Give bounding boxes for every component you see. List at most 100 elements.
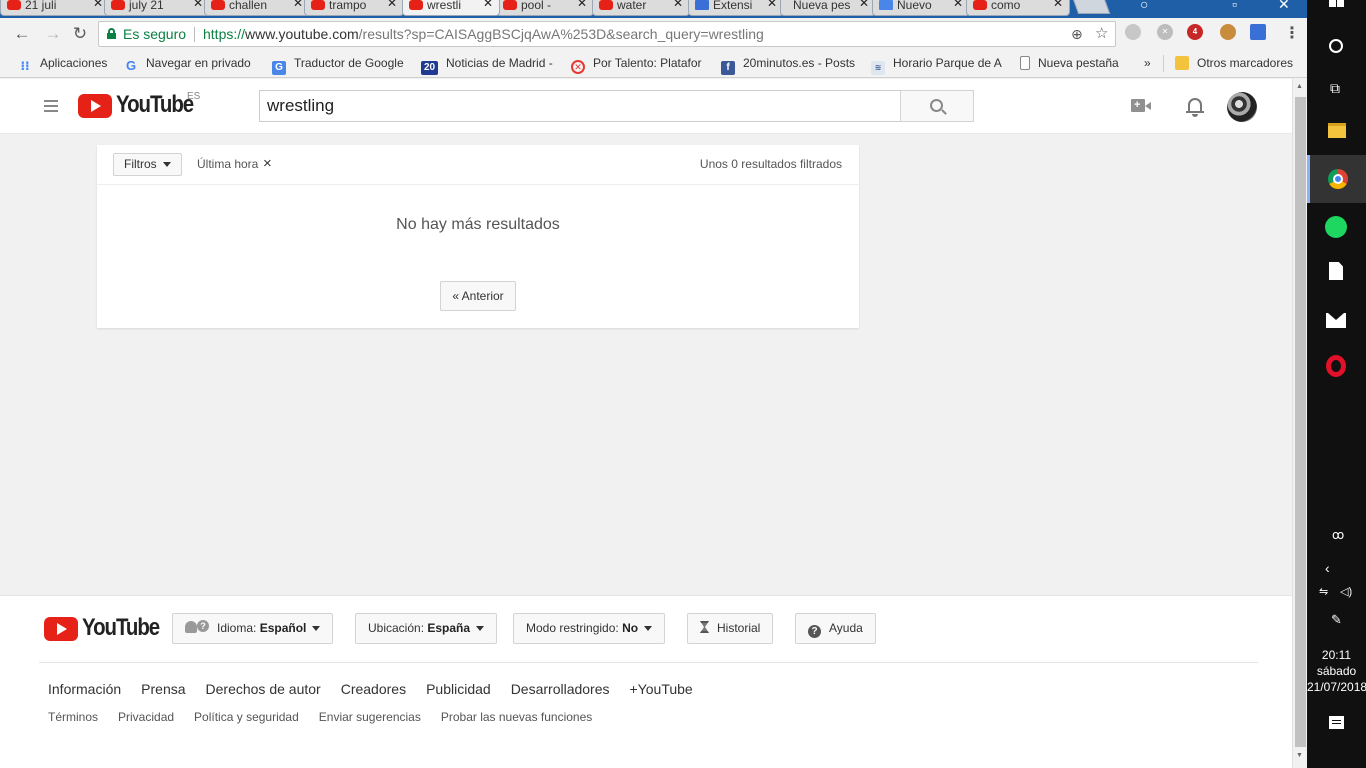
close-icon[interactable]: ✕ <box>483 0 493 10</box>
bookmark-star-icon[interactable]: ☆ <box>1095 22 1108 46</box>
bookmark-nueva-pestana[interactable]: Nueva pestaña <box>1020 56 1119 70</box>
tab-7[interactable]: water ✕ <box>592 0 690 16</box>
chevron-left-icon[interactable]: ‹ <box>1325 560 1330 576</box>
tab-3[interactable]: challen ✕ <box>204 0 310 16</box>
zoom-icon[interactable]: ⊕ <box>1071 22 1083 46</box>
help-button[interactable]: ? Ayuda <box>795 613 876 644</box>
search-input[interactable] <box>259 90 901 122</box>
pen-icon[interactable]: ✎ <box>1331 612 1342 628</box>
hamburger-menu-icon[interactable] <box>44 100 58 112</box>
doc-icon <box>879 0 893 10</box>
url-text[interactable]: https://www.youtube.com/results?sp=CAISA… <box>203 22 764 46</box>
adblock-icon[interactable]: 4 <box>1187 24 1203 40</box>
footer-link-desarrolladores[interactable]: Desarrolladores <box>511 681 610 697</box>
close-icon[interactable]: ✕ <box>387 0 397 10</box>
bookmark-private[interactable]: G Navegar en privado <box>124 56 251 73</box>
tab-11[interactable]: como ✕ <box>966 0 1070 16</box>
footer-link-privacidad[interactable]: Privacidad <box>118 710 174 724</box>
file-explorer-icon[interactable] <box>1328 123 1346 138</box>
spotify-icon[interactable] <box>1325 216 1347 238</box>
page-scrollbar[interactable]: ▲ ▼ <box>1292 79 1307 768</box>
tab-9[interactable]: Nueva pes ✕ <box>780 0 876 16</box>
close-icon[interactable]: ✕ <box>1053 0 1063 10</box>
language-button[interactable]: Idioma: Español <box>172 613 334 644</box>
reload-button[interactable]: ↻ <box>69 23 91 45</box>
close-icon[interactable]: ✕ <box>953 0 963 10</box>
close-icon[interactable]: ✕ <box>293 0 303 10</box>
address-bar[interactable]: Es seguro https://www.youtube.com/result… <box>98 21 1116 47</box>
footer-link-prensa[interactable]: Prensa <box>141 681 185 697</box>
scroll-down-arrow-icon[interactable]: ▼ <box>1296 752 1303 759</box>
volume-icon[interactable]: ◁) <box>1340 585 1352 598</box>
task-view-icon[interactable]: ⧉ <box>1330 80 1340 97</box>
close-icon[interactable]: ✕ <box>577 0 587 10</box>
restricted-mode-button[interactable]: Modo restringido: No <box>513 613 666 644</box>
bookmark-talento[interactable]: ✕ Por Talento: Platafor <box>571 56 702 74</box>
footer-link-copyright[interactable]: Derechos de autor <box>206 681 321 697</box>
bookmark-apps[interactable]: ⁝⁝ Aplicaciones <box>18 56 107 73</box>
close-icon[interactable]: ✕ <box>93 0 103 10</box>
tab-8[interactable]: Extensi ✕ <box>688 0 784 16</box>
back-button[interactable]: ← <box>11 23 33 45</box>
cortana-search-icon[interactable] <box>1329 39 1343 53</box>
remove-filter-icon[interactable]: × <box>263 155 272 172</box>
network-icon[interactable]: ⇋ <box>1319 585 1328 598</box>
avatar[interactable] <box>1227 92 1257 122</box>
puzzle-extension-icon[interactable] <box>1250 24 1266 40</box>
close-icon[interactable]: ✕ <box>767 0 777 10</box>
system-clock[interactable]: 20:11 sábado 21/07/2018 <box>1307 647 1366 695</box>
tab-5-active[interactable]: wrestli ✕ <box>402 0 500 16</box>
footer-link-sugerencias[interactable]: Enviar sugerencias <box>319 710 421 724</box>
profile-icon[interactable]: ○ <box>1140 0 1148 12</box>
footer-link-nuevas-funciones[interactable]: Probar las nuevas funciones <box>441 710 592 724</box>
notifications-bell-icon[interactable] <box>1186 96 1204 117</box>
search-button[interactable] <box>900 90 974 122</box>
restore-icon[interactable]: ▫ <box>1232 0 1237 12</box>
opera-icon[interactable] <box>1326 355 1346 377</box>
history-button[interactable]: Historial <box>687 613 774 644</box>
tab-4[interactable]: trampo ✕ <box>304 0 404 16</box>
mail-icon[interactable] <box>1326 313 1346 328</box>
scroll-up-arrow-icon[interactable]: ▲ <box>1296 83 1303 90</box>
windows-start-icon[interactable] <box>1329 0 1345 8</box>
location-button[interactable]: Ubicación: España <box>355 613 498 644</box>
footer-link-plus-youtube[interactable]: +YouTube <box>630 681 693 697</box>
bookmark-noticias[interactable]: 20 Noticias de Madrid - <box>421 56 553 75</box>
bookmark-translate[interactable]: G Traductor de Google <box>272 56 404 75</box>
document-icon[interactable] <box>1329 262 1343 280</box>
tab-1[interactable]: 21 juli ✕ <box>0 0 110 16</box>
clock-day: sábado <box>1316 664 1357 678</box>
facebook-icon: f <box>721 61 735 75</box>
bookmarks-overflow[interactable]: » <box>1144 56 1151 70</box>
close-icon[interactable]: ✕ <box>193 0 203 10</box>
extension-globe-icon[interactable] <box>1125 24 1141 40</box>
filters-button[interactable]: Filtros <box>113 153 182 176</box>
tab-2[interactable]: july 21 ✕ <box>104 0 210 16</box>
people-icon[interactable]: ꝏ <box>1332 528 1344 542</box>
footer-link-politica[interactable]: Política y seguridad <box>194 710 299 724</box>
extension-blocked-icon[interactable]: ✕ <box>1157 24 1173 40</box>
bookmark-parque[interactable]: ≋ Horario Parque de A <box>871 56 1002 75</box>
new-tab-button[interactable] <box>1071 0 1111 14</box>
footer-link-terminos[interactable]: Términos <box>48 710 98 724</box>
close-icon[interactable]: ✕ <box>673 0 683 10</box>
scrollbar-thumb[interactable] <box>1295 97 1306 747</box>
cookie-icon[interactable] <box>1220 24 1236 40</box>
footer-link-informacion[interactable]: Información <box>48 681 121 697</box>
close-window-icon[interactable]: ✕ <box>1278 0 1290 13</box>
chrome-menu-icon[interactable]: ⋮ <box>1284 23 1300 43</box>
footer-link-creadores[interactable]: Creadores <box>341 681 406 697</box>
footer-link-publicidad[interactable]: Publicidad <box>426 681 491 697</box>
action-center-icon[interactable] <box>1329 716 1344 729</box>
taskbar-chrome[interactable] <box>1307 155 1366 203</box>
close-icon[interactable]: ✕ <box>859 0 869 10</box>
forward-button[interactable]: → <box>42 23 64 45</box>
bookmark-other[interactable]: Otros marcadores <box>1175 56 1293 70</box>
caret-down-icon <box>312 626 321 631</box>
upload-video-icon[interactable]: + <box>1131 99 1151 112</box>
previous-page-button[interactable]: « Anterior <box>440 281 516 311</box>
tab-6[interactable]: pool - ✕ <box>496 0 594 16</box>
masthead: YouTube ES + <box>0 79 1292 134</box>
bookmark-20minutos-posts[interactable]: f 20minutos.es - Posts <box>721 56 855 75</box>
tab-10[interactable]: Nuevo ✕ <box>872 0 970 16</box>
